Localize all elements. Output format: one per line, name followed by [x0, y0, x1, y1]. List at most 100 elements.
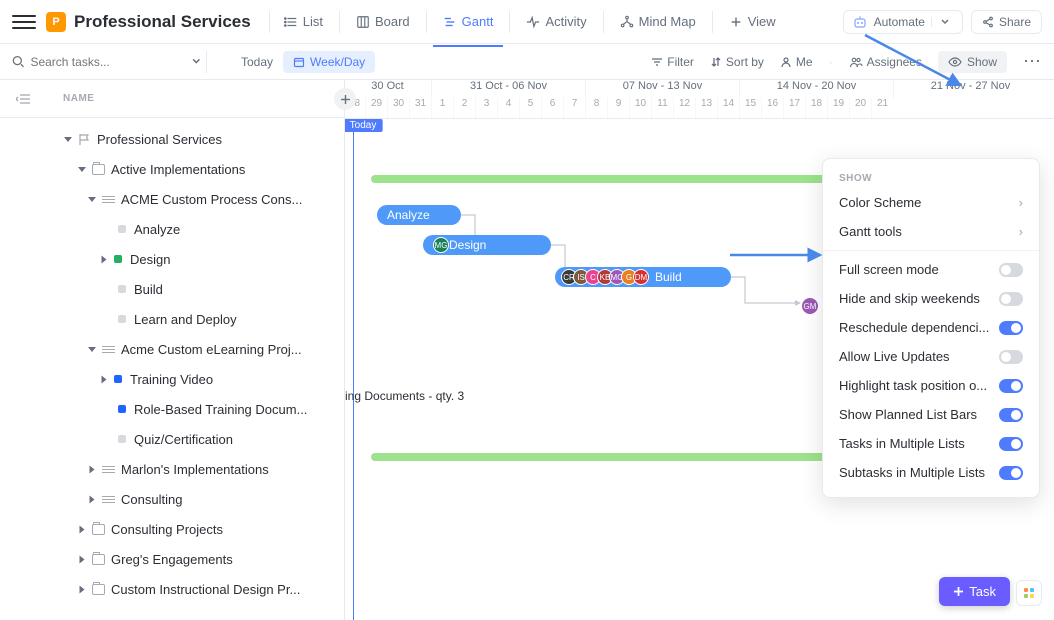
show-button[interactable]: Show	[938, 51, 1007, 73]
list-icon	[102, 496, 115, 503]
gantt-task-design[interactable]: MGDesign	[423, 235, 551, 255]
person-icon	[780, 56, 792, 68]
toggle-switch[interactable]	[999, 350, 1023, 364]
caret-right-icon	[80, 555, 85, 563]
automate-chevron[interactable]	[931, 17, 954, 27]
search-wrap[interactable]	[12, 55, 202, 69]
divider	[339, 11, 340, 33]
share-button[interactable]: Share	[971, 10, 1042, 34]
tree-row[interactable]: Analyze	[0, 214, 344, 244]
caret-down-icon	[88, 197, 96, 202]
collapse-icon[interactable]	[16, 92, 31, 105]
gantt-task-analyze[interactable]: Analyze	[377, 205, 461, 225]
tab-activity[interactable]: Activity	[516, 8, 596, 35]
week-header: 30 Oct	[345, 80, 431, 98]
caret-down-icon	[78, 167, 86, 172]
hamburger-icon[interactable]	[12, 10, 36, 34]
tree-row[interactable]: ACME Custom Process Cons...	[0, 184, 344, 214]
filter-button[interactable]: Filter	[651, 55, 694, 69]
tab-mindmap[interactable]: Mind Map	[610, 8, 706, 35]
list-icon	[102, 466, 115, 473]
caret-right-icon	[80, 525, 85, 533]
gantt-summary-bar[interactable]	[371, 453, 837, 461]
tree-row[interactable]: Build	[0, 274, 344, 304]
tree-row[interactable]: Greg's Engagements	[0, 544, 344, 574]
tree-row[interactable]: Active Implementations	[0, 154, 344, 184]
show-option[interactable]: Allow Live Updates	[823, 342, 1039, 371]
me-button[interactable]: Me	[780, 55, 813, 69]
tree-row[interactable]: Custom Instructional Design Pr...	[0, 574, 344, 604]
tree-row[interactable]: Quiz/Certification	[0, 424, 344, 454]
add-task-circle[interactable]	[334, 88, 356, 110]
toggle-switch[interactable]	[999, 408, 1023, 422]
show-option[interactable]: Hide and skip weekends	[823, 284, 1039, 313]
day-header: 11	[651, 98, 673, 118]
tree-row[interactable]: Consulting Projects	[0, 514, 344, 544]
show-option[interactable]: Highlight task position o...	[823, 371, 1039, 400]
filter-label: Filter	[667, 55, 694, 69]
show-option-label: Color Scheme	[839, 195, 921, 210]
add-view-button[interactable]: View	[719, 8, 786, 35]
tree-item-label: Design	[130, 252, 170, 267]
divider	[603, 11, 604, 33]
plus-icon	[729, 15, 743, 29]
tab-list[interactable]: List	[274, 8, 333, 35]
tree-item-label: Learn and Deploy	[134, 312, 237, 327]
show-option[interactable]: Tasks in Multiple Lists	[823, 429, 1039, 458]
toggle-switch[interactable]	[999, 321, 1023, 335]
toggle-switch[interactable]	[999, 292, 1023, 306]
show-option[interactable]: Color Scheme›	[823, 188, 1039, 217]
show-option[interactable]: Show Planned List Bars	[823, 400, 1039, 429]
apps-fab[interactable]	[1016, 580, 1042, 606]
tree-row[interactable]: Learn and Deploy	[0, 304, 344, 334]
tree-item-label: Custom Instructional Design Pr...	[111, 582, 300, 597]
tree-row[interactable]: Role-Based Training Docum...	[0, 394, 344, 424]
day-header: 4	[497, 98, 519, 118]
share-label: Share	[999, 15, 1031, 29]
more-button[interactable]: ⋯	[1023, 51, 1042, 72]
tree-item-label: ACME Custom Process Cons...	[121, 192, 302, 207]
tree-item-label: Training Video	[130, 372, 213, 387]
tab-gantt[interactable]: Gantt	[433, 8, 504, 35]
calendar-icon	[293, 56, 305, 68]
show-option-label: Allow Live Updates	[839, 349, 950, 364]
toggle-switch[interactable]	[999, 379, 1023, 393]
toggle-switch[interactable]	[999, 437, 1023, 451]
today-button[interactable]: Today	[231, 51, 283, 73]
bar-label: Design	[449, 238, 486, 252]
assignee-avatar: DM	[633, 269, 649, 285]
gantt-task-build[interactable]: CRISCKBMGGDMBuild	[555, 267, 731, 287]
new-task-fab[interactable]: Task	[939, 577, 1010, 606]
tree-row[interactable]: Professional Services	[0, 124, 344, 154]
tree-row[interactable]: Consulting	[0, 484, 344, 514]
toggle-switch[interactable]	[999, 263, 1023, 277]
tree-row[interactable]: Design	[0, 244, 344, 274]
tree-item-label: Role-Based Training Docum...	[134, 402, 307, 417]
toggle-switch[interactable]	[999, 466, 1023, 480]
show-option[interactable]: Full screen mode	[823, 255, 1039, 284]
show-option[interactable]: Gantt tools›	[823, 217, 1039, 246]
chevron-down-icon[interactable]	[191, 56, 202, 67]
show-option[interactable]: Subtasks in Multiple Lists	[823, 458, 1039, 487]
search-input[interactable]	[30, 55, 185, 69]
flag-icon	[78, 133, 92, 146]
tab-board[interactable]: Board	[346, 8, 420, 35]
day-header: 7	[563, 98, 585, 118]
divider	[426, 11, 427, 33]
show-option[interactable]: Reschedule dependenci...	[823, 313, 1039, 342]
tree-row[interactable]: Training Video	[0, 364, 344, 394]
tree-row[interactable]: Acme Custom eLearning Proj...	[0, 334, 344, 364]
status-icon	[114, 255, 122, 263]
day-header: 16	[761, 98, 783, 118]
sortby-button[interactable]: Sort by	[710, 55, 764, 69]
today-badge: Today	[345, 119, 382, 132]
automate-button[interactable]: Automate	[843, 10, 963, 34]
plus-icon	[953, 586, 964, 597]
day-header: 6	[541, 98, 563, 118]
weekday-button[interactable]: Week/Day	[283, 51, 375, 73]
sidebar-header-label: NAME	[63, 93, 94, 104]
gantt-task-deploy[interactable]: GM	[801, 297, 819, 315]
tree-row[interactable]: Marlon's Implementations	[0, 454, 344, 484]
status-icon	[118, 285, 126, 293]
assignees-button[interactable]: Assignees	[849, 55, 922, 69]
